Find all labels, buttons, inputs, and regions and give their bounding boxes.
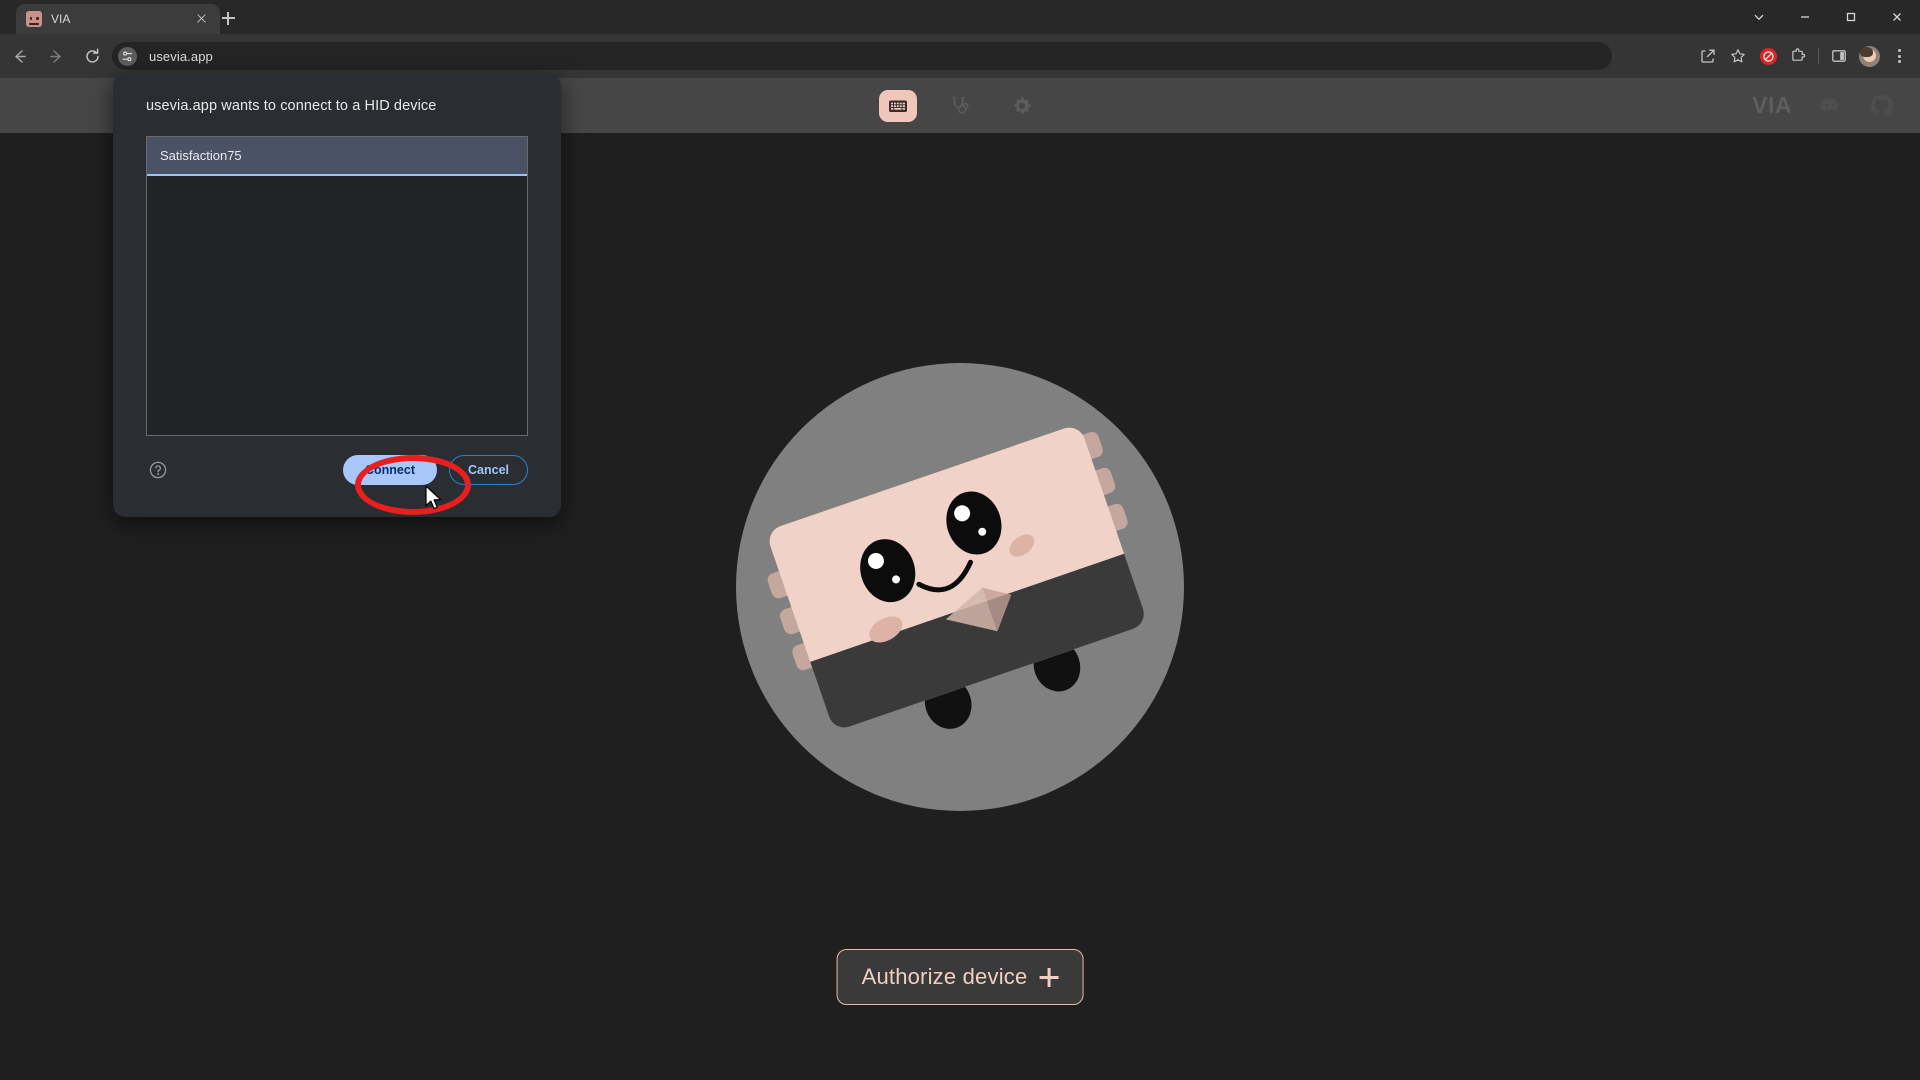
help-circle-icon[interactable] [146, 458, 170, 482]
connect-button[interactable]: Connect [343, 455, 437, 485]
maximize-icon[interactable] [1828, 0, 1874, 34]
browser-tab[interactable]: VIA [16, 4, 220, 34]
tab-title: VIA [51, 12, 71, 26]
tab-settings[interactable] [1003, 90, 1041, 122]
authorize-device-label: Authorize device [861, 964, 1028, 989]
chevron-down-icon[interactable] [1736, 0, 1782, 34]
star-icon[interactable] [1723, 42, 1753, 70]
cancel-button[interactable]: Cancel [449, 455, 528, 485]
arrow-right-icon[interactable] [42, 42, 70, 70]
stethoscope-icon [952, 96, 969, 114]
tab-debug[interactable] [941, 90, 979, 122]
avatar[interactable] [1854, 42, 1884, 70]
toolbar-divider [1818, 48, 1819, 64]
hid-permission-dialog: usevia.app wants to connect to a HID dev… [113, 74, 561, 517]
keyboard-mascot-illustration [736, 363, 1184, 811]
extension-badge-icon[interactable] [1753, 42, 1783, 70]
address-bar[interactable]: usevia.app [112, 42, 1612, 70]
app-tool-tabs [879, 89, 1041, 122]
device-list[interactable]: Satisfaction75 [146, 136, 528, 436]
side-panel-icon[interactable] [1824, 42, 1854, 70]
discord-icon[interactable] [1818, 93, 1843, 118]
kebab-menu-icon[interactable] [1884, 42, 1914, 70]
gear-icon [1014, 96, 1031, 114]
window-controls [1736, 0, 1920, 34]
tab-keyboard[interactable] [879, 89, 917, 122]
app-brand-links: VIA [1752, 78, 1894, 133]
toolbar-actions [1693, 42, 1914, 70]
close-icon[interactable] [192, 10, 210, 28]
authorize-device-button[interactable]: Authorize device [836, 949, 1084, 1005]
github-icon[interactable] [1869, 93, 1894, 118]
tab-strip: VIA [0, 0, 1920, 34]
tune-sliders-icon[interactable] [118, 46, 137, 66]
minimize-icon[interactable] [1782, 0, 1828, 34]
keyboard-icon [889, 100, 907, 112]
close-icon[interactable] [1874, 0, 1920, 34]
plus-icon [1039, 967, 1059, 987]
arrow-left-icon[interactable] [5, 42, 33, 70]
dialog-actions: Connect Cancel [343, 455, 528, 485]
via-logo: VIA [1752, 92, 1792, 118]
share-icon[interactable] [1693, 42, 1723, 70]
keyboard-mascot-favicon [26, 11, 42, 27]
plus-icon[interactable] [214, 4, 242, 32]
device-name: Satisfaction75 [160, 148, 242, 163]
dialog-footer: Connect Cancel [146, 446, 528, 494]
reload-icon[interactable] [78, 42, 106, 70]
browser-toolbar: usevia.app [0, 34, 1920, 78]
list-item[interactable]: Satisfaction75 [147, 137, 527, 176]
puzzle-icon[interactable] [1783, 42, 1813, 70]
url-text: usevia.app [149, 48, 213, 64]
dialog-title: usevia.app wants to connect to a HID dev… [146, 98, 437, 114]
browser-window: VIA usevia.app VIA Authorize device usev… [0, 0, 1920, 1080]
